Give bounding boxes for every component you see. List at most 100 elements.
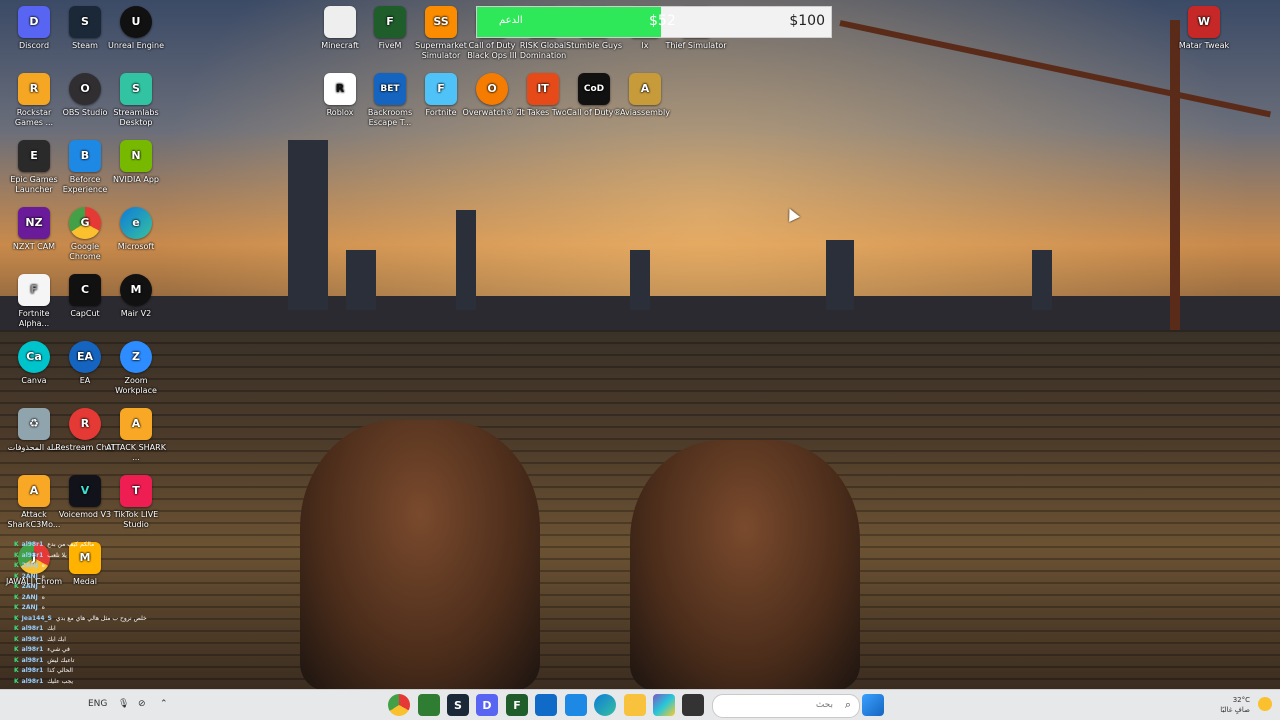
nzxt-icon: NZ — [18, 207, 50, 239]
chat-text: يلا نلعب — [47, 551, 67, 559]
chat-username: al98r1 — [21, 541, 44, 548]
platform-icon: K — [14, 635, 19, 643]
desktop-icon-label: TikTok LIVE Studio — [113, 510, 159, 529]
discord-icon[interactable]: D — [476, 694, 498, 716]
desktop-icon-attack-shark[interactable]: A ATTACK SHARK ... — [104, 402, 168, 466]
edge-icon[interactable] — [594, 694, 616, 716]
chat-text: ه — [41, 593, 45, 601]
wallpaper-tower — [630, 250, 650, 310]
matar-tweak-icon: W — [1188, 6, 1220, 38]
terminal-icon[interactable] — [682, 694, 704, 716]
chat-text: مالكم كيف من بدع — [47, 541, 95, 548]
chat-overlay: Kal98r1 مالكم كيف من بدع Kal98r1 يلا نلعب K 2… — [14, 540, 204, 690]
chat-message: K 2ANJ ه — [14, 572, 204, 583]
chat-username: 2ANJ — [21, 562, 38, 569]
canva-icon: Ca — [18, 341, 50, 373]
it-takes-two-icon: IT — [527, 73, 559, 105]
desktop-icon-label: Zoom Workplace — [115, 376, 157, 395]
platform-icon: K — [14, 572, 19, 580]
chat-message: Kal98r1 مالكم كيف من بدع — [14, 540, 204, 551]
chat-username: al98r1 — [21, 656, 44, 664]
copilot-icon[interactable] — [653, 694, 675, 716]
chat-username: 2ANJ — [21, 604, 38, 611]
overwatch-icon: O — [476, 73, 508, 105]
folder-icon[interactable] — [624, 694, 646, 716]
voicemod-icon: V — [69, 475, 101, 507]
desktop-icon-zoom[interactable]: Z Zoom Workplace — [104, 335, 168, 399]
chrome-icon: G — [69, 207, 101, 239]
file-icon — [324, 6, 356, 38]
steam-icon[interactable]: S — [447, 694, 469, 716]
desktop-icon-tiktok-live[interactable]: T TikTok LIVE Studio — [104, 469, 168, 533]
platform-icon: K — [14, 583, 19, 590]
chat-message: K 2ANJ ه — [14, 603, 204, 614]
chat-message: Kal98r1 تاعبك ليش — [14, 656, 204, 667]
obs-icon: O — [69, 73, 101, 105]
chat-username: 2ANJ — [21, 583, 38, 590]
desktop-icon-label: ATTACK SHARK ... — [106, 443, 166, 462]
language-indicator[interactable]: ENG — [88, 699, 107, 709]
desktop-icon-matar-tweak[interactable]: W Matar Tweak — [1172, 0, 1236, 64]
platform-icon: K — [14, 551, 19, 559]
chat-message: Kal98r1 الحالي كذا — [14, 666, 204, 677]
chat-username: 2ANJ — [21, 572, 38, 580]
chat-username: al98r1 — [21, 646, 44, 653]
desktop-icon-microsoft-edge[interactable]: e Microsoft — [104, 201, 168, 265]
donation-current-amount: $52 — [649, 13, 676, 29]
chat-text: خلص نروح ب مثل هالي هاي مع بدي — [55, 614, 147, 622]
chat-username: al98r1 — [21, 677, 44, 685]
cod-icon: CoD — [578, 73, 610, 105]
desktop-icon-nvidia-app[interactable]: N NVIDIA App — [104, 134, 168, 198]
chat-text: ه — [41, 583, 45, 590]
desktop-icon-label: NVIDIA App — [113, 175, 159, 184]
desktop-icon-aviassembly[interactable]: A Aviassembly — [613, 67, 677, 131]
rockstar-icon: R — [18, 73, 50, 105]
edge-icon: e — [120, 207, 152, 239]
weather-widget[interactable]: 32°C صافٍ غالبًا — [1220, 695, 1250, 715]
desktop-icon-label: Matar Tweak — [1178, 41, 1230, 50]
chat-message: Kal98r1 ابك — [14, 624, 204, 635]
chat-message: K 2ANJ ه — [14, 582, 204, 593]
sun-icon — [1258, 697, 1272, 711]
desktop-icon-label: Aviassembly — [620, 108, 670, 117]
chat-username: al98r1 — [21, 667, 44, 674]
desktop-icon-mair[interactable]: M Mair V2 — [104, 268, 168, 332]
nvidia-icon: N — [120, 140, 152, 172]
chat-username: Jea144_S — [21, 614, 52, 622]
platform-icon: K — [14, 541, 19, 548]
zoom-icon: Z — [120, 341, 152, 373]
chrome-icon[interactable] — [388, 694, 410, 716]
taskbar-search[interactable]: بحث ⌕ — [712, 694, 860, 718]
chat-text: الحالي كذا — [47, 667, 73, 674]
windows-start-icon[interactable] — [862, 694, 884, 716]
store-icon[interactable] — [535, 694, 557, 716]
fivem-icon[interactable]: F — [506, 694, 528, 716]
platform-icon: K — [14, 604, 19, 611]
weather-temperature: 32°C — [1232, 696, 1250, 704]
chat-username: al98r1 — [21, 635, 44, 643]
chat-username: 2ANJ — [21, 593, 38, 601]
chat-text: ابك — [47, 625, 56, 632]
file-icon: F — [18, 274, 50, 306]
desktop-icon-label: Streamlabs Desktop — [113, 108, 159, 127]
app-icon[interactable] — [418, 694, 440, 716]
desktop-icon-streamlabs[interactable]: S Streamlabs Desktop — [104, 67, 168, 131]
network-icon[interactable]: ⊘ — [138, 699, 146, 709]
desktop-icon-unreal-engine[interactable]: U Unreal Engine — [104, 0, 168, 64]
mail-icon[interactable] — [565, 694, 587, 716]
chat-message: Kal98r1 يلا نلعب — [14, 551, 204, 562]
discord-icon: D — [18, 6, 50, 38]
attack-shark-icon: A — [18, 475, 50, 507]
microphone-icon[interactable]: 🎙 — [118, 699, 129, 709]
chevron-up-icon[interactable]: ⌃ — [160, 699, 168, 709]
fortnite-icon: F — [425, 73, 457, 105]
donation-label: الدعم — [499, 15, 523, 26]
platform-icon: K — [14, 646, 19, 653]
platform-icon: K — [14, 593, 19, 601]
chat-text: ه — [41, 604, 45, 611]
wallpaper-crane — [1170, 20, 1180, 330]
wallpaper-tower — [1032, 250, 1052, 310]
chat-message: K 2ANJ ه — [14, 593, 204, 604]
search-icon: ⌕ — [844, 698, 851, 711]
chat-text: في شيء — [47, 646, 70, 653]
